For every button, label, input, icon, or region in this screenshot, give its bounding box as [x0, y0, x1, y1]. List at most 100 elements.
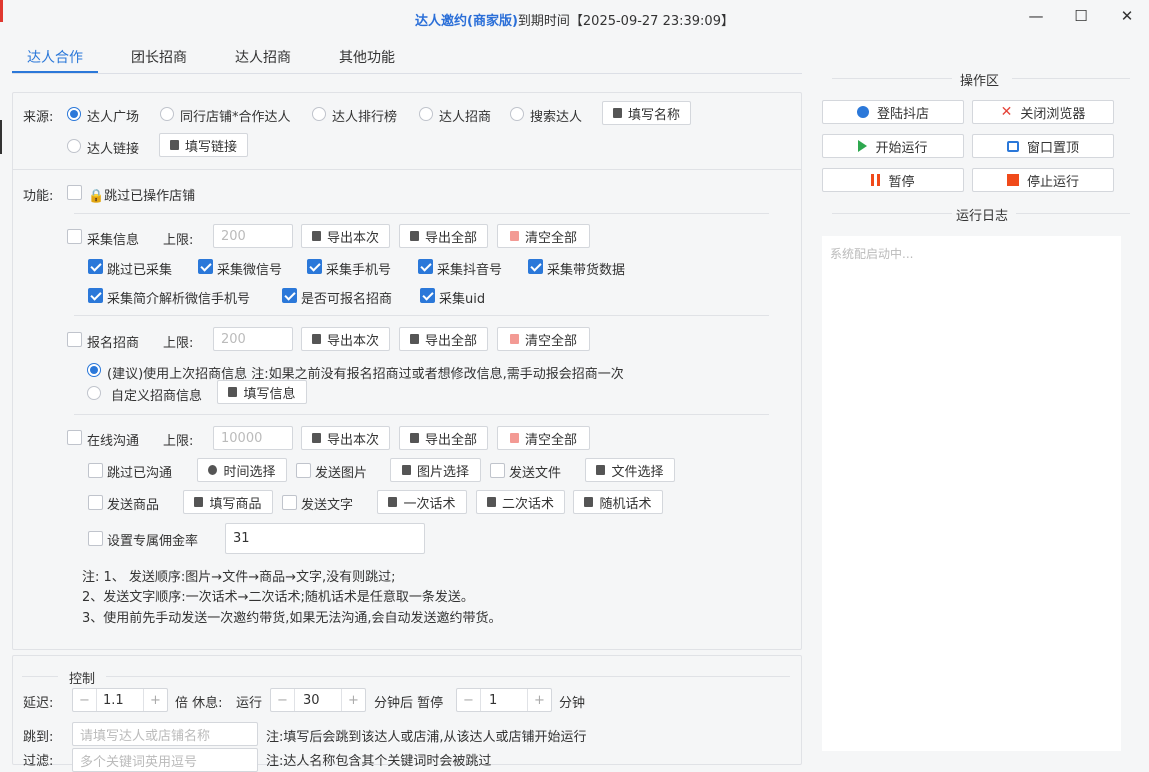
radio-rank[interactable] — [312, 107, 326, 121]
delay-stepper[interactable]: − 1.1 + — [72, 688, 168, 712]
fill-info-button[interactable]: 填写信息 — [217, 380, 307, 404]
enroll-custom-radio[interactable] — [87, 386, 101, 404]
file-select-button[interactable]: 文件选择 — [585, 458, 675, 482]
enroll-use-last-label[interactable]: (建议)使用上次招商信息 注:如果之前没有报名招商过或者想修改信息,需手动报会招… — [107, 363, 624, 382]
checkbox[interactable] — [88, 288, 103, 303]
enroll-custom-label[interactable]: 自定义招商信息 — [111, 385, 202, 404]
checkbox[interactable] — [88, 463, 103, 478]
skip-store-checkbox[interactable] — [67, 185, 82, 204]
source-option-rank-label[interactable]: 达人排行榜 — [332, 106, 397, 125]
opt-collect-uid[interactable] — [420, 288, 435, 307]
plus-icon[interactable]: + — [143, 689, 167, 711]
opt-collect-phone[interactable] — [307, 259, 322, 278]
send-goods-checkbox[interactable] — [88, 495, 103, 514]
opt-collect-wechat[interactable] — [198, 259, 213, 278]
send-file-checkbox[interactable] — [490, 463, 505, 482]
collect-label[interactable]: 采集信息 — [87, 229, 139, 248]
radio[interactable] — [87, 363, 101, 377]
minus-icon[interactable]: − — [73, 689, 97, 711]
radio-peer[interactable] — [160, 107, 174, 121]
checkbox[interactable] — [418, 259, 433, 274]
send-image-checkbox[interactable] — [296, 463, 311, 482]
collect-checkbox[interactable] — [67, 229, 82, 248]
collect-export-all-button[interactable]: 导出全部 — [399, 224, 488, 248]
radio-search[interactable] — [510, 107, 524, 121]
chat-label[interactable]: 在线沟通 — [87, 430, 139, 449]
fill-name-button[interactable]: 填写名称 — [602, 101, 691, 125]
skip-chatted-checkbox[interactable] — [88, 463, 103, 482]
chat-clear-all-button[interactable]: 清空全部 — [497, 426, 590, 450]
run-minutes-stepper[interactable]: − 30 + — [270, 688, 366, 712]
collect-clear-all-button[interactable]: 清空全部 — [497, 224, 590, 248]
checkbox[interactable] — [67, 229, 82, 244]
minus-icon[interactable]: − — [271, 689, 295, 711]
commission-label[interactable]: 设置专属佣金率 — [107, 530, 198, 549]
chat-export-all-button[interactable]: 导出全部 — [399, 426, 488, 450]
radio-recruit[interactable] — [419, 107, 433, 121]
radio[interactable] — [87, 386, 101, 400]
tab-leader-recruit[interactable]: 团长招商 — [131, 47, 187, 67]
checkbox[interactable] — [282, 288, 297, 303]
source-option-search[interactable] — [510, 107, 524, 125]
skip-store-label[interactable]: 🔒跳过已操作店铺 — [88, 185, 195, 204]
enroll-label[interactable]: 报名招商 — [87, 332, 139, 351]
login-store-button[interactable]: 登陆抖店 — [822, 100, 964, 124]
source-option-link[interactable] — [67, 139, 81, 157]
checkbox[interactable] — [88, 531, 103, 546]
send-text-checkbox[interactable] — [282, 495, 297, 514]
script-first-button[interactable]: 一次话术 — [377, 490, 467, 514]
close-browser-button[interactable]: ✕ 关闭浏览器 — [972, 100, 1114, 124]
send-goods-label[interactable]: 发送商品 — [107, 494, 159, 513]
enroll-use-last-radio[interactable] — [87, 363, 101, 381]
source-option-search-label[interactable]: 搜索达人 — [530, 106, 582, 125]
send-image-label[interactable]: 发送图片 — [315, 462, 367, 481]
pin-window-button[interactable]: 窗口置顶 — [972, 134, 1114, 158]
tab-influencer-coop[interactable]: 达人合作 — [27, 47, 83, 67]
source-option-recruit-label[interactable]: 达人招商 — [439, 106, 491, 125]
plus-icon[interactable]: + — [527, 689, 551, 711]
commission-input[interactable]: 31 — [225, 523, 425, 554]
opt-parse-bio[interactable] — [88, 288, 103, 307]
run-log[interactable]: 系统配启动中... — [822, 236, 1121, 751]
send-file-label[interactable]: 发送文件 — [509, 462, 561, 481]
source-option-recruit[interactable] — [419, 107, 433, 125]
script-second-button[interactable]: 二次话术 — [476, 490, 565, 514]
pause-button[interactable]: 暂停 — [822, 168, 964, 192]
opt-collect-wechat-label[interactable]: 采集微信号 — [217, 259, 282, 278]
radio-square[interactable] — [67, 107, 81, 121]
checkbox[interactable] — [307, 259, 322, 274]
plus-icon[interactable]: + — [341, 689, 365, 711]
source-option-rank[interactable] — [312, 107, 326, 125]
source-option-square-label[interactable]: 达人广场 — [87, 106, 139, 125]
opt-can-enroll[interactable] — [282, 288, 297, 307]
script-random-button[interactable]: 随机话术 — [573, 490, 663, 514]
enroll-export-this-button[interactable]: 导出本次 — [301, 327, 390, 351]
checkbox[interactable] — [296, 463, 311, 478]
stop-run-button[interactable]: 停止运行 — [972, 168, 1114, 192]
opt-collect-douyin-label[interactable]: 采集抖音号 — [437, 259, 502, 278]
checkbox[interactable] — [67, 430, 82, 445]
image-select-button[interactable]: 图片选择 — [390, 458, 481, 482]
checkbox[interactable] — [67, 332, 82, 347]
maximize-button[interactable]: ☐ — [1058, 0, 1104, 32]
checkbox[interactable] — [282, 495, 297, 510]
collect-limit-input[interactable]: 200 — [213, 224, 293, 248]
opt-parse-bio-label[interactable]: 采集简介解析微信手机号 — [107, 288, 250, 307]
opt-skip-collected-label[interactable]: 跳过已采集 — [107, 259, 172, 278]
enroll-limit-input[interactable]: 200 — [213, 327, 293, 351]
opt-collect-sales[interactable] — [528, 259, 543, 278]
opt-can-enroll-label[interactable]: 是否可报名招商 — [301, 288, 392, 307]
checkbox[interactable] — [198, 259, 213, 274]
chat-checkbox[interactable] — [67, 430, 82, 449]
run-minutes-value[interactable]: 30 — [295, 689, 341, 711]
send-text-label[interactable]: 发送文字 — [301, 494, 353, 513]
enroll-checkbox[interactable] — [67, 332, 82, 351]
pause-minutes-stepper[interactable]: − 1 + — [456, 688, 552, 712]
collect-export-this-button[interactable]: 导出本次 — [301, 224, 390, 248]
radio-link[interactable] — [67, 139, 81, 153]
checkbox[interactable] — [420, 288, 435, 303]
jump-input[interactable]: 请填写达人或店铺名称 — [72, 722, 258, 746]
checkbox[interactable] — [88, 495, 103, 510]
filter-input[interactable]: 多个关键词英用逗号 — [72, 748, 258, 772]
minimize-button[interactable]: — — [1013, 0, 1059, 32]
